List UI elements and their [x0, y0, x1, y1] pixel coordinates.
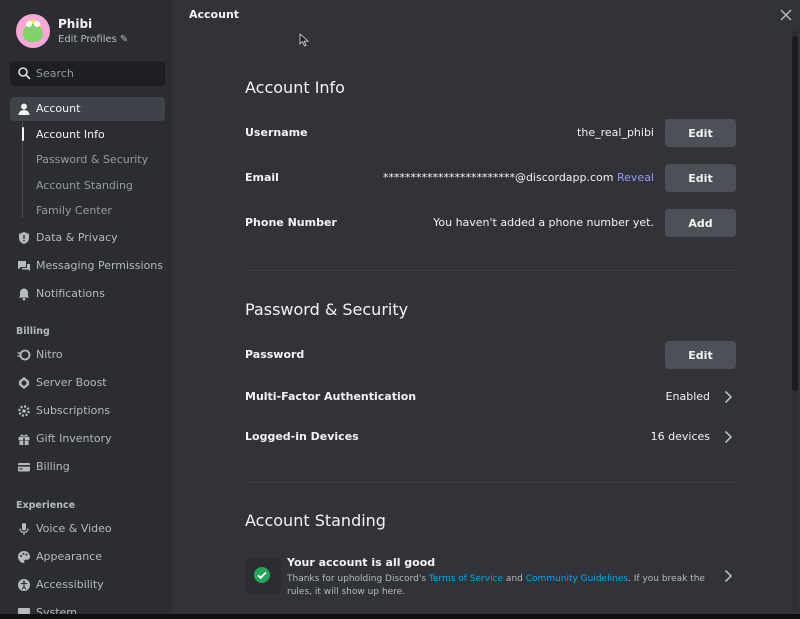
sidebar-item-account[interactable]: Account — [10, 97, 165, 121]
standing-text: Thanks for upholding Discord's — [287, 574, 429, 584]
settings-sidebar: Phibi Edit Profiles✎ Account Account Inf… — [0, 0, 172, 614]
profile-name: Phibi — [58, 17, 93, 31]
sidebar-item-notifications[interactable]: Notifications — [10, 282, 165, 306]
sidebar-item-label: Messaging Permissions — [36, 259, 164, 272]
section-header-experience: Experience — [16, 500, 76, 511]
shield-icon — [19, 232, 29, 244]
check-circle-icon — [254, 567, 270, 583]
microphone-icon — [19, 523, 29, 535]
sidebar-item-label: Billing — [36, 460, 70, 473]
standing-title: Your account is all good — [287, 556, 436, 569]
sidebar-item-server-boost[interactable]: Server Boost — [10, 371, 165, 395]
edit-username-button[interactable]: Edit — [665, 119, 736, 147]
sidebar-item-messaging-permissions[interactable]: Messaging Permissions — [10, 254, 165, 278]
section-heading-account-info: Account Info — [245, 78, 345, 97]
phone-value: You haven't added a phone number yet. — [433, 216, 654, 229]
current-indicator — [22, 127, 24, 141]
section-header-billing: Billing — [16, 326, 50, 337]
subitem-label: Password & Security — [36, 153, 149, 166]
section-heading-account-standing: Account Standing — [245, 511, 386, 530]
email-value-row: ************************@discordapp.com … — [383, 171, 654, 184]
add-phone-button[interactable]: Add — [665, 209, 736, 237]
sidebar-item-billing[interactable]: Billing — [10, 455, 165, 479]
gift-icon — [18, 434, 30, 445]
sidebar-item-label: Data & Privacy — [36, 231, 118, 244]
sidebar-item-label: Notifications — [36, 287, 105, 300]
section-divider — [245, 270, 736, 271]
mouse-cursor-icon — [299, 33, 310, 47]
sidebar-item-label: Gift Inventory — [36, 432, 112, 445]
search-input[interactable] — [36, 61, 161, 86]
edit-email-button[interactable]: Edit — [665, 164, 736, 192]
search-box[interactable] — [10, 61, 165, 86]
sidebar-item-system[interactable]: System — [10, 601, 165, 614]
gear-icon — [18, 405, 30, 417]
devices-label: Logged-in Devices — [245, 430, 359, 443]
close-icon[interactable] — [779, 8, 793, 22]
account-standing-card[interactable]: Your account is all good Thanks for upho… — [245, 556, 736, 614]
section-divider — [245, 482, 736, 483]
edit-password-button[interactable]: Edit — [665, 341, 736, 369]
boost-gem-icon — [19, 377, 29, 389]
status-icon-box — [245, 558, 281, 594]
sidebar-item-label: Accessibility — [36, 578, 104, 591]
subitem-label: Family Center — [36, 204, 112, 217]
settings-content: Account Account Info Username the_real_p… — [172, 0, 800, 614]
palette-icon — [18, 551, 30, 563]
sidebar-item-gift-inventory[interactable]: Gift Inventory — [10, 427, 165, 451]
nitro-icon — [17, 349, 31, 361]
page-title: Account — [189, 8, 240, 21]
reveal-email-link[interactable]: Reveal — [617, 171, 654, 184]
chevron-right-icon[interactable] — [723, 569, 733, 583]
standing-description: Thanks for upholding Discord's Terms of … — [287, 573, 717, 599]
sidebar-item-label: Appearance — [36, 550, 103, 563]
sidebar-item-label: Account — [36, 102, 81, 115]
username-value: the_real_phibi — [577, 126, 654, 139]
section-heading-password-security: Password & Security — [245, 300, 409, 319]
person-icon — [18, 103, 30, 115]
terms-of-service-link[interactable]: Terms of Service — [429, 574, 503, 584]
sidebar-item-appearance[interactable]: Appearance — [10, 545, 165, 569]
monitor-icon — [18, 608, 30, 614]
sidebar-item-label: System — [36, 606, 78, 614]
settings-window: Phibi Edit Profiles✎ Account Account Inf… — [0, 0, 800, 614]
sidebar-item-label: Server Boost — [36, 376, 107, 389]
password-label: Password — [245, 348, 305, 361]
scrollbar-thumb[interactable] — [792, 36, 798, 391]
sidebar-item-voice-video[interactable]: Voice & Video — [10, 517, 165, 541]
chevron-right-icon[interactable] — [723, 390, 733, 404]
search-icon — [18, 67, 31, 80]
subitem-label: Account Standing — [36, 179, 133, 192]
taskbar-strip — [0, 614, 800, 619]
username-label: Username — [245, 126, 308, 139]
subitem-label: Account Info — [36, 128, 105, 141]
accessibility-icon — [18, 579, 30, 591]
sidebar-item-subscriptions[interactable]: Subscriptions — [10, 399, 165, 423]
sidebar-item-label: Nitro — [36, 348, 63, 361]
card-icon — [18, 463, 30, 472]
mfa-value: Enabled — [665, 390, 710, 403]
standing-text: and — [503, 574, 526, 584]
chevron-right-icon[interactable] — [723, 430, 733, 444]
sidebar-item-data-privacy[interactable]: Data & Privacy — [10, 226, 165, 250]
chat-bubbles-icon — [18, 261, 30, 271]
sidebar-item-label: Voice & Video — [36, 522, 112, 535]
edit-profiles-label: Edit Profiles — [58, 34, 117, 45]
sidebar-item-nitro[interactable]: Nitro — [10, 343, 165, 367]
sidebar-item-label: Subscriptions — [36, 404, 111, 417]
edit-profiles-link[interactable]: Edit Profiles ✎ — [58, 34, 128, 45]
bell-icon — [18, 288, 30, 301]
profile-header[interactable]: Phibi Edit Profiles ✎ — [16, 14, 166, 50]
email-value: ************************@discordapp.com — [382, 171, 614, 184]
phone-label: Phone Number — [245, 216, 337, 229]
email-label: Email — [245, 171, 279, 184]
devices-value: 16 devices — [650, 430, 710, 443]
pencil-icon: ✎ — [119, 34, 129, 45]
frog-avatar-icon — [23, 24, 43, 42]
community-guidelines-link[interactable]: Community Guidelines — [526, 574, 628, 584]
avatar[interactable] — [16, 14, 50, 48]
sidebar-item-accessibility[interactable]: Accessibility — [10, 573, 165, 597]
mfa-label: Multi-Factor Authentication — [245, 390, 417, 403]
